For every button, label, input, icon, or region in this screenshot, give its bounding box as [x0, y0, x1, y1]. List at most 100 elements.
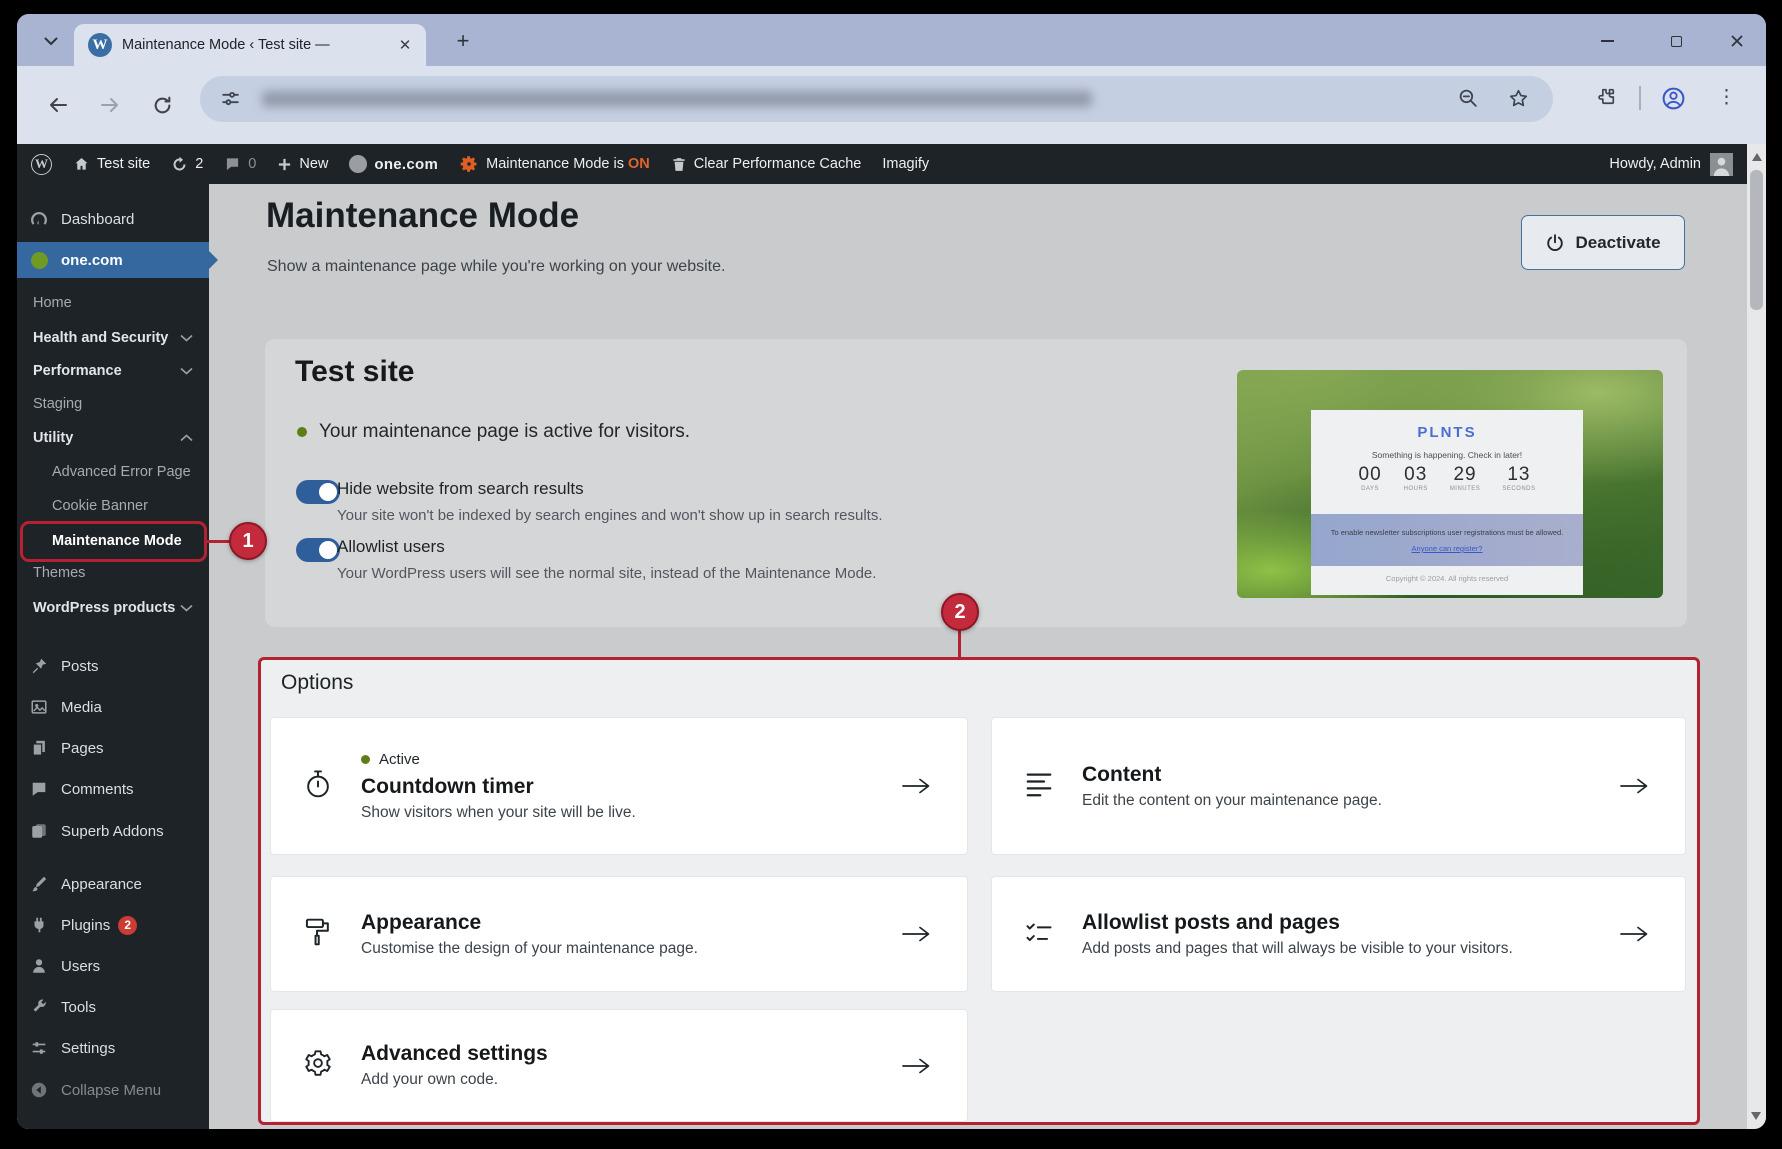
option-card-allowlist-posts-pages[interactable]: Allowlist posts and pages Add posts and …	[991, 876, 1686, 992]
window-minimize-button[interactable]	[1587, 28, 1627, 54]
forward-button[interactable]	[91, 86, 129, 124]
sidebar-item-users[interactable]: Users	[17, 951, 209, 981]
pages-icon	[29, 738, 49, 758]
chevron-down-icon	[180, 334, 193, 342]
sidebar-item-dashboard[interactable]: Dashboard	[17, 204, 209, 234]
window-maximize-button[interactable]	[1656, 28, 1696, 54]
arrow-right-icon	[901, 777, 931, 795]
arrow-left-icon	[47, 95, 69, 115]
page-title: Maintenance Mode	[266, 196, 579, 236]
sidebar-item-appearance[interactable]: Appearance	[17, 869, 209, 899]
sidebar-item-onecom[interactable]: one.com	[17, 242, 209, 278]
sidebar-item-tools[interactable]: Tools	[17, 992, 209, 1022]
sidebar-item-advanced-error-page[interactable]: Advanced Error Page	[17, 457, 209, 487]
status-dot-icon	[361, 755, 370, 764]
option-card-content[interactable]: Content Edit the content on your mainten…	[991, 717, 1686, 855]
arrow-right-icon	[1619, 925, 1649, 943]
admin-bar-site-name[interactable]: Test site	[73, 156, 150, 172]
pushpin-icon	[29, 656, 49, 676]
comment-bubble-icon	[29, 779, 49, 799]
sidebar-item-posts[interactable]: Posts	[17, 651, 209, 681]
toggle-label: Hide website from search results	[337, 479, 584, 499]
browser-window: W Maintenance Mode ‹ Test site — ✕ +	[17, 14, 1766, 1129]
profile-button[interactable]	[1661, 86, 1686, 111]
preview-brand: PLNTS	[1311, 424, 1583, 441]
wordpress-logo-icon: W	[31, 154, 52, 175]
page-scrollbar[interactable]	[1747, 144, 1766, 1129]
scrollbar-thumb[interactable]	[1750, 170, 1763, 310]
onecom-status-dot-icon	[31, 252, 48, 269]
sidebar-item-media[interactable]: Media	[17, 692, 209, 722]
chevron-up-icon	[180, 434, 193, 442]
sidebar-item-pages[interactable]: Pages	[17, 733, 209, 763]
window-close-button[interactable]	[1717, 28, 1757, 54]
sidebar-item-plugins[interactable]: Plugins 2	[17, 910, 209, 940]
sidebar-item-utility[interactable]: Utility	[17, 423, 209, 453]
allowlist-users-toggle[interactable]	[296, 538, 340, 562]
sidebar-item-themes[interactable]: Themes	[17, 558, 209, 588]
main-content: Maintenance Mode Show a maintenance page…	[209, 184, 1747, 1129]
scroll-up-arrow-icon[interactable]	[1752, 153, 1762, 161]
arrow-right-icon	[1619, 777, 1649, 795]
close-icon	[1730, 34, 1744, 48]
extensions-button[interactable]	[1595, 86, 1618, 109]
admin-bar-onecom[interactable]: one.com	[349, 155, 438, 173]
address-bar[interactable]	[200, 76, 1553, 122]
power-icon	[1545, 233, 1565, 253]
admin-bar-clear-cache[interactable]: Clear Performance Cache	[671, 156, 862, 173]
hide-from-search-toggle[interactable]	[296, 480, 340, 504]
tab-search-button[interactable]	[37, 27, 65, 55]
options-panel: Options Active Countdown timer Show visi…	[258, 657, 1700, 1125]
sidebar-item-home[interactable]: Home	[17, 288, 209, 318]
zoom-icon[interactable]	[1458, 88, 1479, 109]
annotation-step-1: 1	[229, 522, 267, 560]
wp-logo-menu[interactable]: W	[31, 154, 52, 175]
back-button[interactable]	[39, 86, 77, 124]
stopwatch-icon	[303, 768, 333, 805]
comment-bubble-icon	[224, 156, 241, 172]
annotation-step-2: 2	[941, 593, 979, 631]
howdy-label[interactable]: Howdy, Admin	[1609, 156, 1701, 172]
annotation-box-maintenance-mode	[20, 521, 207, 562]
sidebar-item-performance[interactable]: Performance	[17, 356, 209, 386]
reload-button[interactable]	[143, 86, 181, 124]
preview-copyright: Copyright © 2024. All rights reserved	[1311, 574, 1583, 583]
deactivate-button[interactable]: Deactivate	[1521, 215, 1685, 270]
home-icon	[73, 156, 90, 172]
tab-close-icon[interactable]: ✕	[394, 34, 416, 56]
sidebar-item-collapse-menu[interactable]: Collapse Menu	[17, 1075, 209, 1105]
maximize-icon	[1671, 36, 1682, 47]
browser-tab[interactable]: W Maintenance Mode ‹ Test site — ✕	[74, 24, 426, 66]
toggle-description: Your site won't be indexed by search eng…	[337, 507, 883, 524]
browser-toolbar: ⋮	[17, 66, 1766, 144]
sidebar-item-wordpress-products[interactable]: WordPress products	[17, 593, 209, 623]
sidebar-item-health-and-security[interactable]: Health and Security	[17, 323, 209, 353]
admin-bar-updates[interactable]: 2	[171, 156, 203, 173]
sidebar-item-staging[interactable]: Staging	[17, 389, 209, 419]
sidebar-item-comments[interactable]: Comments	[17, 774, 209, 804]
scroll-down-arrow-icon[interactable]	[1751, 1112, 1761, 1120]
bookmark-star-icon[interactable]	[1508, 88, 1529, 109]
sidebar-item-superb-addons[interactable]: Superb Addons	[17, 816, 209, 846]
annotation-connector-1	[207, 540, 231, 543]
sidebar-item-settings[interactable]: Settings	[17, 1033, 209, 1063]
trash-icon	[671, 156, 687, 173]
toolbar-divider	[1639, 86, 1641, 110]
admin-bar-new[interactable]: New	[277, 156, 328, 172]
extensions-puzzle-icon	[1595, 86, 1618, 109]
checklist-icon	[1024, 919, 1054, 950]
sidebar-item-cookie-banner[interactable]: Cookie Banner	[17, 491, 209, 521]
option-card-countdown-timer[interactable]: Active Countdown timer Show visitors whe…	[270, 717, 968, 855]
minimize-icon	[1601, 40, 1614, 42]
admin-bar-maintenance-status[interactable]: Maintenance Mode isON	[459, 154, 650, 174]
new-tab-button[interactable]: +	[449, 27, 477, 55]
arrow-right-icon	[901, 925, 931, 943]
browser-menu-button[interactable]: ⋮	[1717, 86, 1736, 109]
admin-bar-imagify[interactable]: Imagify	[882, 156, 929, 172]
admin-bar-comments[interactable]: 0	[224, 156, 256, 172]
user-icon	[29, 956, 49, 976]
arrow-right-icon	[99, 95, 121, 115]
option-card-advanced-settings[interactable]: Advanced settings Add your own code.	[270, 1009, 968, 1122]
media-icon	[29, 697, 49, 717]
option-card-appearance[interactable]: Appearance Customise the design of your …	[270, 876, 968, 992]
